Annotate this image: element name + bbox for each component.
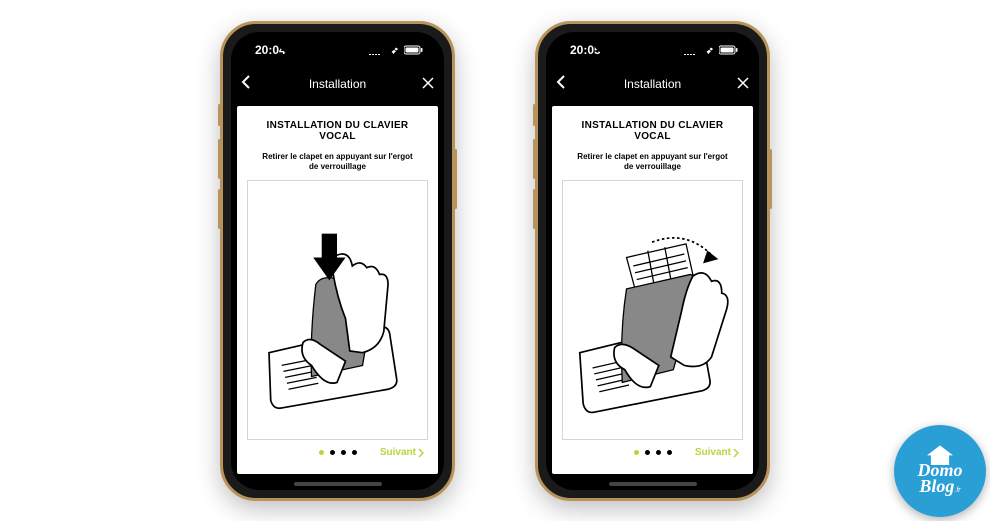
nav-title: Installation	[309, 77, 366, 91]
close-button[interactable]	[737, 76, 749, 92]
phone-side-button	[218, 139, 221, 179]
nav-title: Installation	[624, 77, 681, 91]
content-card: INSTALLATION DU CLAVIER VOCAL Retirer le…	[237, 106, 438, 474]
house-icon	[927, 445, 953, 465]
next-label: Suivant	[380, 447, 416, 458]
phone-side-button	[218, 189, 221, 229]
status-time: 20:04	[247, 43, 286, 57]
home-indicator[interactable]	[294, 482, 382, 486]
content-card: INSTALLATION DU CLAVIER VOCAL Retirer le…	[552, 106, 753, 474]
logo-suffix: .fr	[954, 487, 960, 494]
dot[interactable]	[341, 450, 346, 455]
next-button[interactable]: Suivant	[695, 447, 739, 458]
status-bar: 20:05	[546, 32, 759, 68]
signal-icon	[369, 45, 383, 55]
battery-icon	[404, 45, 424, 55]
status-bar: 20:04	[231, 32, 444, 68]
chevron-left-icon	[556, 74, 566, 90]
keypad-illustration-step1	[252, 188, 422, 432]
phone-side-button	[533, 189, 536, 229]
dot[interactable]	[667, 450, 672, 455]
card-footer: Suivant	[562, 440, 743, 466]
signal-icon	[684, 45, 698, 55]
battery-icon	[719, 45, 739, 55]
dot-active[interactable]	[319, 450, 324, 455]
phone-side-button	[454, 149, 457, 209]
dot-active[interactable]	[634, 450, 639, 455]
pagination-dots	[634, 450, 672, 455]
phone-side-button	[533, 104, 536, 126]
logo-line2: Blog	[919, 476, 954, 496]
phone-side-button	[769, 149, 772, 209]
chevron-left-icon	[241, 74, 251, 90]
dot[interactable]	[330, 450, 335, 455]
page-heading: INSTALLATION DU CLAVIER VOCAL	[247, 120, 428, 142]
dot[interactable]	[656, 450, 661, 455]
nav-bar: Installation	[231, 68, 444, 100]
phone-mockup-right: 20:05 Installation INSTALLATION DU CLAVI…	[535, 21, 770, 501]
next-button[interactable]: Suivant	[380, 447, 424, 458]
nav-bar: Installation	[546, 68, 759, 100]
wifi-icon	[702, 45, 715, 55]
close-icon	[737, 77, 749, 89]
status-time: 20:05	[562, 43, 601, 57]
status-icons	[684, 45, 743, 55]
home-indicator[interactable]	[609, 482, 697, 486]
phone-screen: 20:04 Installation INSTALLATION DU CLAVI…	[231, 32, 444, 490]
back-button[interactable]	[556, 74, 566, 95]
phone-screen: 20:05 Installation INSTALLATION DU CLAVI…	[546, 32, 759, 490]
next-label: Suivant	[695, 447, 731, 458]
close-button[interactable]	[422, 76, 434, 92]
wifi-icon	[387, 45, 400, 55]
domoblog-logo: Domo Blog.fr	[894, 425, 986, 517]
instruction-text: Retirer le clapet en appuyant sur l'ergo…	[562, 152, 743, 173]
dot[interactable]	[645, 450, 650, 455]
close-icon	[422, 77, 434, 89]
status-icons	[369, 45, 428, 55]
phone-side-button	[218, 104, 221, 126]
chevron-right-icon	[733, 448, 739, 458]
phone-mockup-left: 20:04 Installation INSTALLATION DU CLAVI…	[220, 21, 455, 501]
dot[interactable]	[352, 450, 357, 455]
instruction-text: Retirer le clapet en appuyant sur l'ergo…	[247, 152, 428, 173]
card-footer: Suivant	[247, 440, 428, 466]
back-button[interactable]	[241, 74, 251, 95]
page-heading: INSTALLATION DU CLAVIER VOCAL	[562, 120, 743, 142]
phone-side-button	[533, 139, 536, 179]
illustration-box	[247, 180, 428, 439]
pagination-dots	[319, 450, 357, 455]
chevron-right-icon	[418, 448, 424, 458]
illustration-box	[562, 180, 743, 439]
keypad-illustration-step2	[567, 188, 737, 432]
